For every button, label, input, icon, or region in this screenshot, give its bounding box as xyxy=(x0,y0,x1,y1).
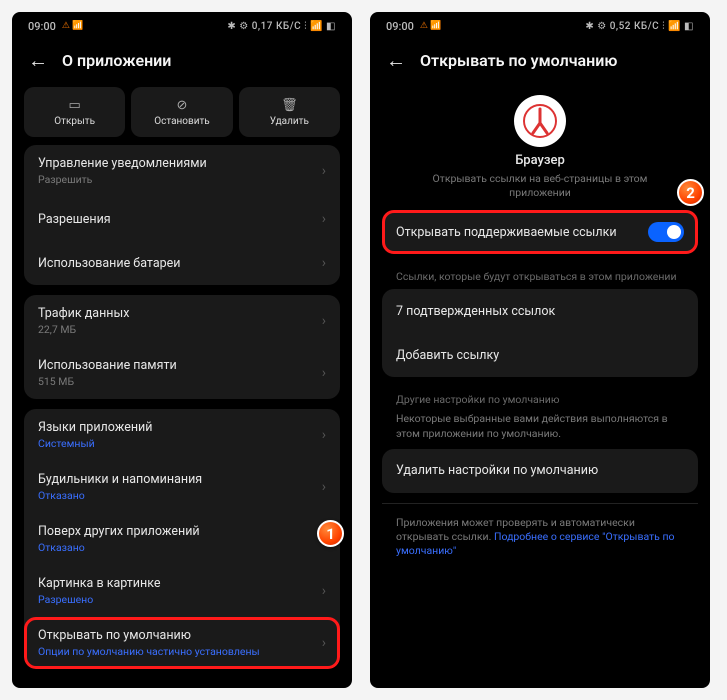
row-label: Трафик данных xyxy=(38,306,129,321)
open-button[interactable]: ▭ Открыть xyxy=(24,87,125,137)
page-title: Открывать по умолчанию xyxy=(420,51,617,70)
phone-right: 09:00 ⚠ 📶 ✱ ⚙ 0,52 КБ/С ⫶ 📶 ◧ ← Открыват… xyxy=(370,12,710,688)
chevron-right-icon: › xyxy=(322,163,326,179)
stop-label: Остановить xyxy=(154,116,209,127)
step-badge-1: 1 xyxy=(317,520,344,547)
row-label: Будильники и напоминания xyxy=(38,472,202,487)
chevron-right-icon: › xyxy=(322,255,326,271)
row-sub: Опции по умолчанию частично установлены xyxy=(38,645,260,658)
group-defaults: Языки приложений Системный › Будильники … xyxy=(24,409,340,669)
row-overlay[interactable]: Поверх других приложений Отказано › xyxy=(24,513,340,565)
yandex-browser-icon xyxy=(514,95,566,147)
chevron-right-icon: › xyxy=(322,635,326,651)
row-label: Языки приложений xyxy=(38,420,152,435)
row-sub: 515 МБ xyxy=(38,375,177,388)
row-sub: Отказано xyxy=(38,541,200,554)
divider xyxy=(382,503,698,504)
row-pip[interactable]: Картинка в картинке Разрешено › xyxy=(24,565,340,617)
row-lang[interactable]: Языки приложений Системный › xyxy=(24,409,340,461)
chevron-right-icon: › xyxy=(322,211,326,227)
row-sub: Разрешить xyxy=(38,173,207,186)
row-label: Открывать поддерживаемые ссылки xyxy=(396,225,617,240)
row-label: Разрешения xyxy=(38,212,111,227)
phone-left: 09:00 ⚠ 📶 ✱ ⚙ 0,17 КБ/С ⫶ 📶 ◧ ← О прилож… xyxy=(12,12,352,688)
row-permissions[interactable]: Разрешения › xyxy=(24,197,340,241)
group-links: 7 подтвержденных ссылок Добавить ссылку xyxy=(382,289,698,377)
row-traffic[interactable]: Трафик данных 22,7 МБ › xyxy=(24,295,340,347)
row-battery[interactable]: Использование батареи › xyxy=(24,241,340,285)
row-label: Использование батареи xyxy=(38,256,181,271)
action-row: ▭ Открыть ⊘ Остановить 🗑 Удалить xyxy=(24,87,340,137)
row-label: Добавить ссылку xyxy=(396,348,499,363)
row-delete-defaults[interactable]: Удалить настройки по умолчанию xyxy=(382,449,698,493)
stop-button[interactable]: ⊘ Остановить xyxy=(131,87,232,137)
group-delete-defaults: Удалить настройки по умолчанию xyxy=(382,449,698,493)
statusbar: 09:00 ⚠ 📶 ✱ ⚙ 0,52 КБ/С ⫶ 📶 ◧ xyxy=(372,14,708,38)
chevron-right-icon: › xyxy=(322,583,326,599)
open-label: Открыть xyxy=(54,116,95,127)
stop-icon: ⊘ xyxy=(177,98,188,113)
row-sub: Отказано xyxy=(38,489,202,502)
status-time: 09:00 xyxy=(28,20,56,33)
row-sub: 22,7 МБ xyxy=(38,323,129,336)
delete-button[interactable]: 🗑 Удалить xyxy=(239,87,340,137)
app-info-header: ← О приложении xyxy=(14,38,350,87)
row-sub: Системный xyxy=(38,437,152,450)
back-icon[interactable]: ← xyxy=(28,48,48,73)
step-badge-2: 2 xyxy=(677,179,704,206)
row-open-supported[interactable]: Открывать поддерживаемые ссылки xyxy=(382,210,698,254)
open-icon: ▭ xyxy=(69,98,81,113)
row-sub: Разрешено xyxy=(38,593,161,606)
trash-icon: 🗑 xyxy=(281,98,298,113)
row-label: Открывать по умолчанию xyxy=(38,628,260,643)
chevron-right-icon: › xyxy=(322,479,326,495)
row-confirmed-links[interactable]: 7 подтвержденных ссылок xyxy=(382,289,698,333)
toggle-supported-links[interactable] xyxy=(648,222,684,242)
chevron-right-icon: › xyxy=(322,365,326,381)
status-right-icons: ✱ ⚙ 0,52 КБ/С ⫶ 📶 ◧ xyxy=(585,21,694,32)
row-notifications[interactable]: Управление уведомлениями Разрешить › xyxy=(24,145,340,197)
defaults-header: ← Открывать по умолчанию xyxy=(372,38,708,87)
status-left-icons: ⚠ 📶 xyxy=(420,21,442,31)
group-general: Управление уведомлениями Разрешить › Раз… xyxy=(24,145,340,285)
row-open-by-default[interactable]: Открывать по умолчанию Опции по умолчани… xyxy=(24,617,340,669)
row-label: Поверх других приложений xyxy=(38,524,200,539)
chevron-right-icon: › xyxy=(322,313,326,329)
row-add-link[interactable]: Добавить ссылку xyxy=(382,333,698,377)
desc-other: Некоторые выбранные вами действия выполн… xyxy=(382,412,698,448)
back-icon[interactable]: ← xyxy=(386,48,406,73)
row-memory[interactable]: Использование памяти 515 МБ › xyxy=(24,347,340,399)
row-label: Использование памяти xyxy=(38,358,177,373)
caption-links: Ссылки, которые будут открываться в этом… xyxy=(382,264,698,289)
app-summary: Браузер Открывать ссылки на веб-страницы… xyxy=(382,95,698,210)
page-title: О приложении xyxy=(62,51,171,70)
delete-label: Удалить xyxy=(270,116,309,127)
row-alarms[interactable]: Будильники и напоминания Отказано › xyxy=(24,461,340,513)
caption-other: Другие настройки по умолчанию xyxy=(382,387,698,412)
footer-note: Приложения может проверять и автоматичес… xyxy=(382,510,698,565)
row-label: Удалить настройки по умолчанию xyxy=(396,463,598,478)
row-label: Картинка в картинке xyxy=(38,576,161,591)
status-left-icons: ⚠ 📶 xyxy=(62,21,84,31)
caption-unused: Неиспользуемые приложения xyxy=(24,679,340,686)
status-right-icons: ✱ ⚙ 0,17 КБ/С ⫶ 📶 ◧ xyxy=(227,21,336,32)
card-supported-links: Открывать поддерживаемые ссылки xyxy=(382,210,698,254)
statusbar: 09:00 ⚠ 📶 ✱ ⚙ 0,17 КБ/С ⫶ 📶 ◧ xyxy=(14,14,350,38)
group-usage: Трафик данных 22,7 МБ › Использование па… xyxy=(24,295,340,399)
app-name: Браузер xyxy=(382,153,698,168)
row-label: 7 подтвержденных ссылок xyxy=(396,304,555,319)
app-desc: Открывать ссылки на веб-страницы в этом … xyxy=(382,172,698,210)
chevron-right-icon: › xyxy=(322,427,326,443)
row-label: Управление уведомлениями xyxy=(38,156,207,171)
status-time: 09:00 xyxy=(386,20,414,33)
